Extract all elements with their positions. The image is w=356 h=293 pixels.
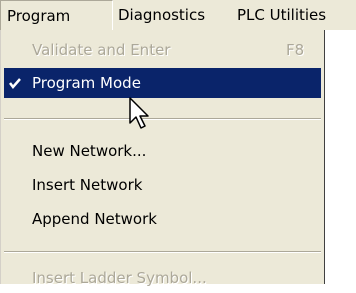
checkmark-icon: [9, 68, 21, 109]
menu-item-label: New Network...: [32, 142, 147, 160]
program-dropdown-menu: Validate and Enter F8 Program Mode New N…: [0, 30, 325, 287]
menu-item-program-mode[interactable]: Program Mode: [4, 68, 321, 98]
menu-item-append-network[interactable]: Append Network: [4, 204, 321, 234]
menu-bar: Program Diagnostics PLC Utilities: [0, 0, 356, 30]
menu-item-insert-network[interactable]: Insert Network: [4, 170, 321, 200]
menu-plc-utilities[interactable]: PLC Utilities: [237, 0, 326, 30]
menu-separator: [4, 118, 321, 120]
menu-item-label: Validate and Enter: [32, 41, 171, 59]
menu-item-label: Program Mode: [32, 74, 141, 92]
menu-program[interactable]: Program: [0, 0, 113, 30]
menu-item-label: Insert Ladder Symbol...: [32, 269, 207, 287]
menu-diagnostics[interactable]: Diagnostics: [118, 0, 205, 30]
menu-item-label: Insert Network: [32, 176, 143, 194]
menu-item-new-network[interactable]: New Network...: [4, 136, 321, 166]
menu-item-insert-ladder-symbol[interactable]: Insert Ladder Symbol...: [4, 263, 321, 293]
menu-item-validate-and-enter[interactable]: Validate and Enter F8: [4, 35, 321, 65]
menu-separator: [4, 251, 321, 253]
mouse-pointer-icon: [129, 97, 151, 135]
menu-item-label: Append Network: [32, 210, 157, 228]
menu-item-shortcut: F8: [286, 41, 305, 59]
